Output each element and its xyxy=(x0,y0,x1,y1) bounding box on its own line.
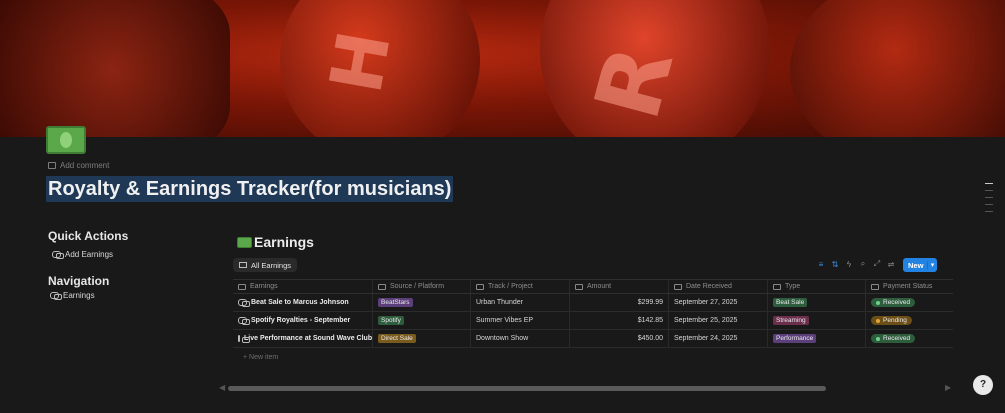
date-cell[interactable]: September 25, 2025 xyxy=(674,317,737,324)
database-title[interactable]: Earnings xyxy=(237,234,314,250)
lightning-icon[interactable]: ϟ xyxy=(845,260,853,269)
earnings-nav-link[interactable]: Earnings xyxy=(50,291,95,300)
table-row[interactable]: Beat Sale to Marcus Johnson BeatStars Ur… xyxy=(233,294,953,312)
type-tag[interactable]: Beat Sale xyxy=(773,298,808,307)
new-item-button[interactable]: + New item xyxy=(243,354,278,361)
page-outline[interactable] xyxy=(985,183,993,218)
add-comment-button[interactable]: Add comment xyxy=(48,161,109,170)
horizontal-scrollbar[interactable] xyxy=(228,386,826,391)
comment-icon xyxy=(48,162,56,169)
table-row[interactable]: Live Performance at Sound Wave Club Dire… xyxy=(233,330,953,348)
database-toolbar: ≡ ⇅ ϟ ⌕ ⤢ ⇌ xyxy=(817,259,895,269)
source-tag[interactable]: Direct Sale xyxy=(378,334,416,343)
track-cell[interactable]: Downtown Show xyxy=(476,335,528,342)
calendar-icon xyxy=(674,283,682,290)
source-tag[interactable]: Spotify xyxy=(378,316,404,325)
scroll-right-icon[interactable]: ▶ xyxy=(945,383,951,392)
chevron-down-icon[interactable]: ▾ xyxy=(927,261,937,269)
amount-cell[interactable]: $299.99 xyxy=(638,299,663,306)
filter-icon[interactable]: ≡ xyxy=(817,260,825,269)
type-tag[interactable]: Performance xyxy=(773,334,817,343)
link-icon xyxy=(238,299,250,307)
add-earnings-link[interactable]: Add Earnings xyxy=(52,250,113,259)
search-icon[interactable]: ⌕ xyxy=(859,259,867,269)
earnings-nav-label: Earnings xyxy=(63,291,95,300)
table-header: Earnings Source / Platform Track / Proje… xyxy=(233,279,953,294)
new-button[interactable]: New ▾ xyxy=(903,258,937,272)
column-header[interactable]: Source / Platform xyxy=(373,280,471,293)
column-header[interactable]: Earnings xyxy=(233,280,373,293)
column-header[interactable]: Payment Status xyxy=(866,280,953,293)
earnings-table: Earnings Source / Platform Track / Proje… xyxy=(233,279,953,348)
date-cell[interactable]: September 27, 2025 xyxy=(674,299,737,306)
select-property-icon xyxy=(773,283,781,290)
number-property-icon xyxy=(575,283,583,290)
column-header[interactable]: Track / Project xyxy=(471,280,570,293)
type-tag[interactable]: Streaming xyxy=(773,316,809,325)
amount-cell[interactable]: $142.85 xyxy=(638,317,663,324)
text-property-icon xyxy=(238,283,246,290)
money-icon[interactable] xyxy=(46,124,86,156)
column-header[interactable]: Date Received xyxy=(669,280,768,293)
page-cover[interactable]: H R xyxy=(0,0,1005,137)
page-title[interactable]: Royalty & Earnings Tracker(for musicians… xyxy=(46,176,454,202)
link-icon xyxy=(238,317,250,325)
text-property-icon xyxy=(476,283,484,290)
view-tab-all-earnings[interactable]: All Earnings xyxy=(233,258,298,272)
amount-cell[interactable]: $450.00 xyxy=(638,335,663,342)
quick-actions-heading: Quick Actions xyxy=(48,229,129,243)
database-title-text: Earnings xyxy=(254,234,314,250)
add-comment-label: Add comment xyxy=(60,161,110,170)
navigation-heading: Navigation xyxy=(48,274,110,288)
status-badge[interactable]: Received xyxy=(871,298,916,307)
table-row[interactable]: Spotify Royalties - September Spotify Su… xyxy=(233,312,953,330)
column-header[interactable]: Type xyxy=(768,280,866,293)
expand-icon[interactable]: ⤢ xyxy=(873,259,881,269)
view-tab-label: All Earnings xyxy=(251,260,292,270)
settings-icon[interactable]: ⇌ xyxy=(887,260,895,269)
select-property-icon xyxy=(378,283,386,290)
status-property-icon xyxy=(871,283,879,290)
date-cell[interactable]: September 24, 2025 xyxy=(674,335,737,342)
money-icon xyxy=(237,236,252,248)
link-icon xyxy=(238,335,250,343)
table-icon xyxy=(239,262,247,268)
track-cell[interactable]: Urban Thunder xyxy=(476,299,523,306)
scroll-left-icon[interactable]: ◀ xyxy=(219,383,225,392)
track-cell[interactable]: Summer Vibes EP xyxy=(476,317,533,324)
add-earnings-label: Add Earnings xyxy=(65,250,114,259)
new-button-label: New xyxy=(908,260,924,270)
status-badge[interactable]: Received xyxy=(871,334,916,343)
link-icon xyxy=(52,251,64,259)
new-item-label: New item xyxy=(249,354,279,361)
sort-icon[interactable]: ⇅ xyxy=(831,260,839,269)
status-badge[interactable]: Pending xyxy=(871,316,912,325)
link-icon xyxy=(50,292,62,300)
source-tag[interactable]: BeatStars xyxy=(378,298,413,307)
column-header[interactable]: Amount xyxy=(570,280,669,293)
help-icon[interactable]: ? xyxy=(973,375,993,395)
